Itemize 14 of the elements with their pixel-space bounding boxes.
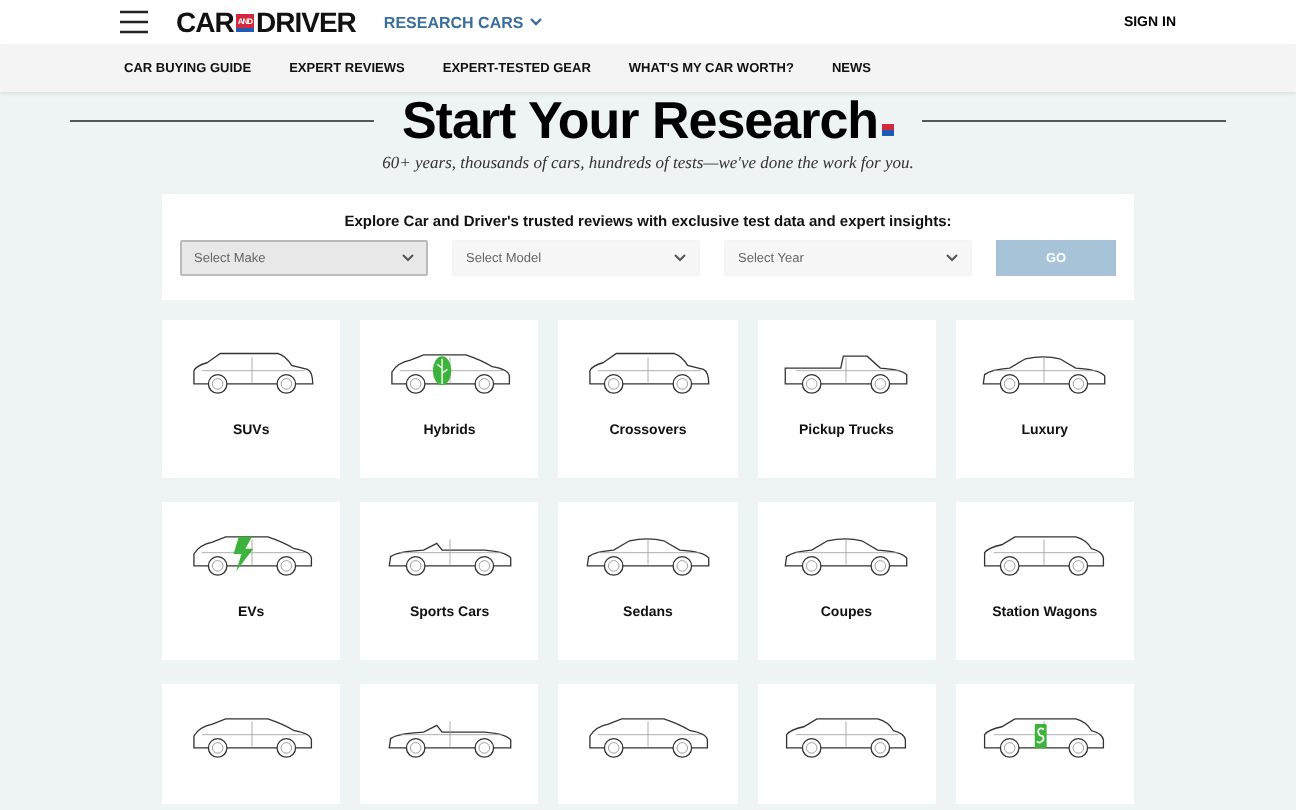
category-card[interactable] — [955, 684, 1134, 804]
chevron-down-icon — [674, 254, 686, 262]
subtitle: 60+ years, thousands of cars, hundreds of tests—we've done the work for you. — [380, 152, 916, 172]
category-card[interactable] — [757, 684, 936, 804]
research-cars-menu[interactable]: RESEARCH CARS — [383, 13, 542, 31]
page-title: Start Your Research — [401, 92, 895, 148]
category-card[interactable] — [162, 684, 341, 804]
chevron-down-icon — [946, 254, 958, 262]
chevron-down-icon — [402, 254, 414, 262]
logo-mark-icon — [882, 124, 895, 136]
chevron-down-icon — [529, 18, 542, 26]
category-card[interactable] — [558, 684, 738, 804]
category-card[interactable] — [360, 684, 539, 804]
menu-icon[interactable] — [120, 10, 148, 34]
